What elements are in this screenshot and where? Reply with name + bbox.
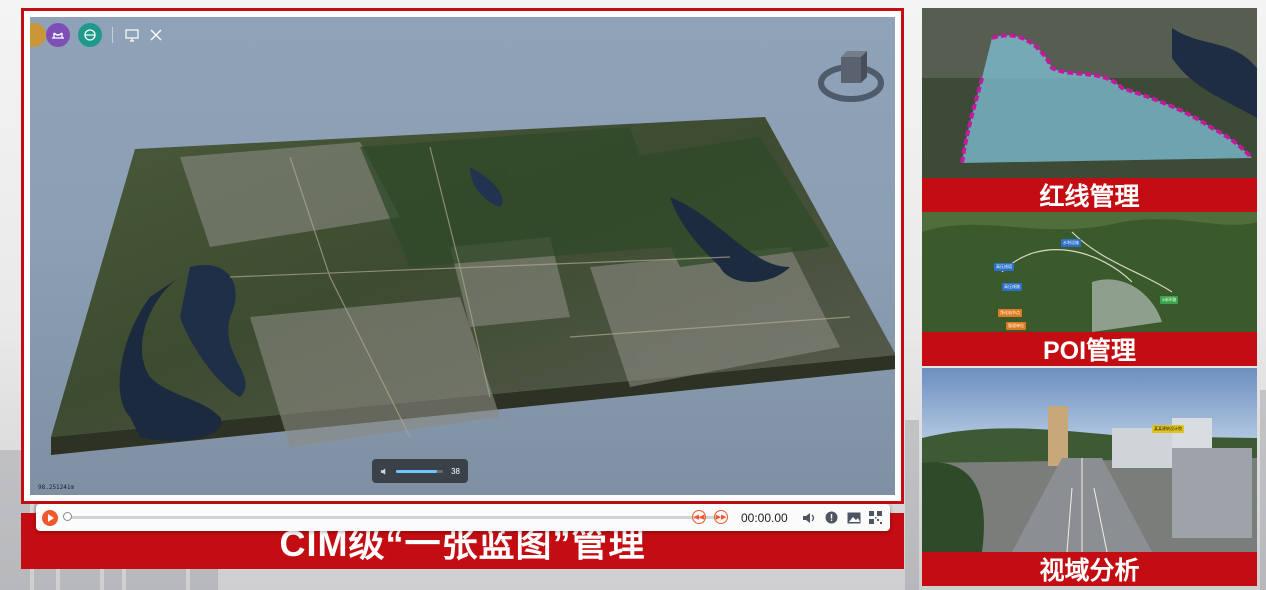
info-button[interactable] bbox=[824, 510, 839, 525]
volume-slider-fill bbox=[395, 469, 438, 473]
poi-card-image[interactable]: 高压线塔 高压线路 水利设施 净化站节点 管理单位 3米环路 bbox=[922, 212, 1257, 332]
video-player-bar: ◀◀ ▶▶ 00:00.00 bbox=[36, 504, 890, 531]
poi-tag[interactable]: 高压线路 bbox=[1002, 283, 1022, 291]
play-icon bbox=[47, 514, 54, 522]
poi-tag[interactable]: 3米环路 bbox=[1160, 296, 1179, 304]
3d-map-viewport[interactable]: 98.251241m 38 bbox=[30, 17, 895, 495]
scale-readout: 98.251241m bbox=[38, 484, 75, 491]
poi-tag[interactable]: 高压线塔 bbox=[994, 263, 1014, 271]
viewshed-card-image[interactable]: 某某建筑设计院 bbox=[922, 368, 1257, 552]
poi-label: POI管理 bbox=[922, 332, 1257, 366]
billboard-label: 某某建筑设计院 bbox=[1152, 425, 1184, 433]
main-viewer-frame: 98.251241m 38 bbox=[21, 8, 904, 504]
viewshed-label: 视域分析 bbox=[922, 552, 1257, 586]
fast-forward-icon: ▶▶ bbox=[715, 514, 727, 521]
volume-value: 38 bbox=[451, 466, 460, 476]
progress-bar[interactable] bbox=[63, 512, 715, 521]
qr-code-icon bbox=[869, 511, 882, 524]
poi-tag[interactable]: 水利设施 bbox=[1061, 239, 1081, 247]
poi-tag[interactable]: 管理单位 bbox=[1006, 322, 1026, 330]
toolbar-divider bbox=[112, 27, 113, 43]
terrain-3d-model[interactable] bbox=[30, 17, 895, 495]
globe-layer-icon[interactable] bbox=[78, 23, 102, 47]
redline-label: 红线管理 bbox=[922, 178, 1257, 212]
rewind-button[interactable]: ◀◀ bbox=[692, 510, 706, 524]
info-icon bbox=[825, 511, 838, 524]
poi-tag[interactable]: 净化站节点 bbox=[998, 309, 1022, 317]
qr-code-button[interactable] bbox=[868, 510, 883, 525]
navigation-compass-icon[interactable] bbox=[817, 43, 885, 105]
play-button[interactable] bbox=[42, 510, 58, 526]
snapshot-button[interactable] bbox=[846, 510, 861, 525]
playback-time: 00:00.00 bbox=[741, 511, 788, 525]
volume-button[interactable] bbox=[801, 510, 816, 525]
tools-icon[interactable] bbox=[146, 25, 166, 45]
bridge-icon[interactable] bbox=[46, 23, 70, 47]
speaker-icon[interactable] bbox=[380, 467, 388, 476]
image-icon bbox=[847, 512, 860, 523]
screen-icon[interactable] bbox=[122, 25, 142, 45]
progress-handle[interactable] bbox=[63, 512, 72, 521]
fast-forward-button[interactable]: ▶▶ bbox=[714, 510, 728, 524]
speaker-icon bbox=[802, 512, 814, 523]
volume-popup[interactable]: 38 bbox=[372, 459, 468, 483]
rewind-icon: ◀◀ bbox=[693, 514, 705, 521]
volume-slider[interactable] bbox=[395, 469, 444, 473]
redline-card-image[interactable] bbox=[922, 8, 1257, 178]
